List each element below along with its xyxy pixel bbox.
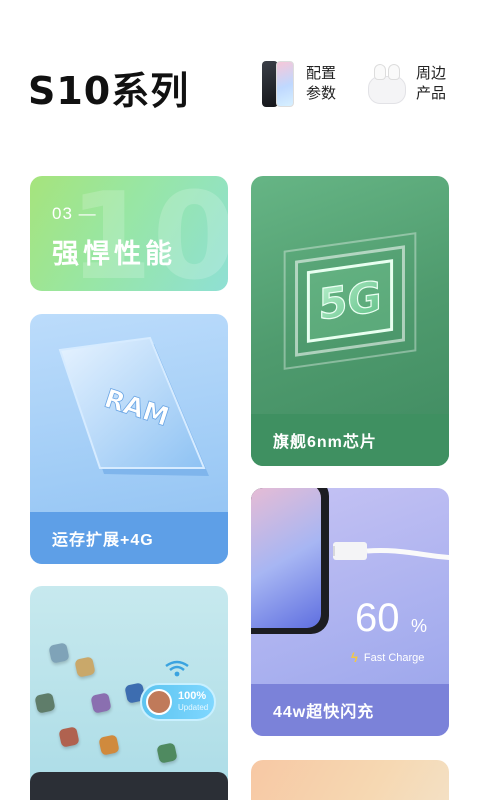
nav-accessories[interactable]: 周边 产品 — [366, 58, 450, 110]
game-app-icon — [74, 656, 96, 678]
card-ram[interactable]: RAM 运存扩展+4G — [30, 314, 228, 564]
chip-graphic: 5G — [283, 232, 417, 370]
game-app-icon — [48, 642, 70, 664]
card-game[interactable]: 100% Updated — [30, 586, 228, 800]
charge-percent: 60 — [355, 596, 400, 640]
bolt-icon: ϟ — [351, 650, 358, 665]
card-performance[interactable]: 10 03 — 强悍性能 — [30, 176, 228, 291]
phone-screen — [251, 488, 321, 628]
game-app-icon — [34, 692, 56, 714]
badge-value: 100% — [178, 690, 207, 702]
game-device-graphic — [30, 772, 228, 800]
game-app-icon — [58, 726, 80, 748]
nav-specs-label: 配置 参数 — [306, 65, 337, 102]
nav-accessories-label: 周边 产品 — [416, 65, 447, 102]
game-app-icon — [98, 734, 120, 756]
card-charge[interactable]: 60 % ϟ Fast Charge 44w超快闪充 — [251, 488, 449, 736]
perf-section-number: 03 — — [52, 204, 97, 223]
brand-title: S10系列 — [28, 69, 190, 113]
card-chip[interactable]: 5G 旗舰6nm芯片 — [251, 176, 449, 466]
page: S10系列 配置 参数 周边 产品 10 03 — 强悍性能 5G 旗舰6nm芯… — [0, 0, 480, 800]
ram-graphic: RAM — [58, 336, 209, 476]
phone-product-icon — [260, 59, 298, 109]
ram-caption: 运存扩展+4G — [30, 512, 228, 564]
game-app-icon — [90, 692, 112, 714]
earbuds-product-icon — [366, 62, 408, 106]
fast-charge-row: ϟ Fast Charge — [351, 650, 424, 665]
fast-charge-label: Fast Charge — [363, 651, 425, 664]
card-next[interactable] — [251, 760, 449, 800]
chip-5g-text: 5G — [318, 272, 381, 330]
charge-caption: 44w超快闪充 — [251, 684, 449, 736]
chip-caption: 旗舰6nm芯片 — [251, 414, 449, 466]
cable-graphic — [333, 542, 449, 560]
game-app-icon — [156, 742, 178, 764]
charge-percent-sign: % — [411, 616, 428, 636]
avatar — [146, 689, 172, 715]
perf-title: 强悍性能 — [52, 239, 176, 269]
nav-specs[interactable]: 配置 参数 — [260, 58, 340, 110]
wifi-icon — [165, 660, 189, 677]
badge-sub: Updated — [178, 703, 209, 712]
header: S10系列 配置 参数 周边 产品 — [0, 0, 480, 150]
update-badge: 100% Updated — [140, 683, 216, 721]
